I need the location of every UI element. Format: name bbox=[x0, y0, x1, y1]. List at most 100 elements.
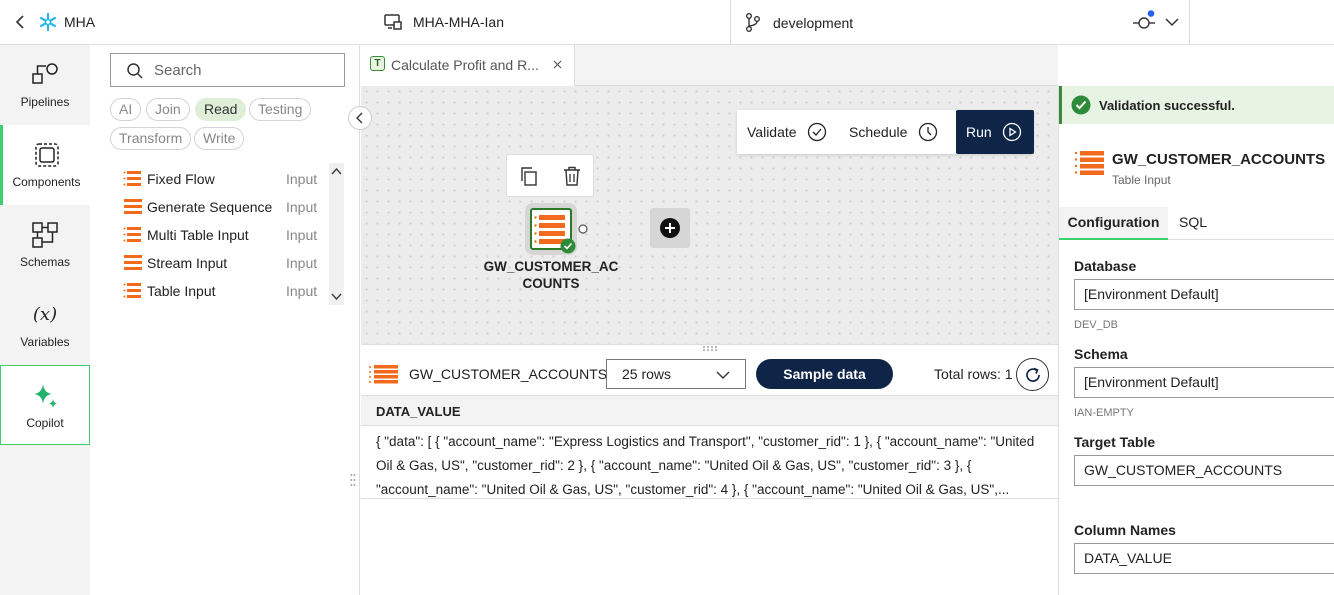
trash-icon[interactable] bbox=[563, 166, 581, 186]
sample-panel: GW_CUSTOMER_ACCOUNTS 25 rows Sample data… bbox=[361, 344, 1058, 595]
filter-chip-ai[interactable]: AI bbox=[110, 98, 142, 121]
component-title: GW_CUSTOMER_ACCOUNTS bbox=[1112, 151, 1326, 168]
components-icon bbox=[34, 143, 59, 167]
branch-name[interactable]: development bbox=[773, 15, 853, 31]
refresh-button[interactable] bbox=[1016, 358, 1049, 391]
project-name[interactable]: MHA bbox=[64, 14, 95, 30]
sample-component-name: GW_CUSTOMER_ACCOUNTS bbox=[409, 366, 608, 382]
refresh-icon bbox=[1026, 367, 1040, 382]
panel-resize-handle-icon[interactable] bbox=[350, 473, 356, 487]
tab-configuration[interactable]: Configuration bbox=[1059, 207, 1168, 240]
environment-name[interactable]: MHA-MHA-Ian bbox=[413, 14, 504, 30]
component-item[interactable]: Table Input Input bbox=[110, 277, 320, 305]
component-type: Table Input bbox=[1112, 173, 1171, 187]
check-circle-icon[interactable] bbox=[807, 122, 827, 142]
nav-label: Copilot bbox=[26, 416, 64, 430]
column-names-field[interactable]: DATA_VALUE bbox=[1074, 543, 1334, 574]
table-stack-icon bbox=[123, 171, 141, 186]
nav-pipelines[interactable]: Pipelines bbox=[0, 45, 90, 125]
pipeline-tab[interactable]: T Calculate Profit and R... bbox=[361, 45, 575, 86]
component-name: Multi Table Input bbox=[147, 227, 249, 243]
component-type: Input bbox=[286, 199, 318, 215]
component-item[interactable]: Multi Table Input Input bbox=[110, 221, 320, 249]
chevron-left-icon bbox=[356, 112, 363, 124]
filter-chip-join[interactable]: Join bbox=[146, 98, 190, 121]
output-port[interactable] bbox=[578, 224, 588, 234]
commit-icon[interactable] bbox=[1131, 10, 1157, 34]
target-table-label: Target Table bbox=[1074, 434, 1156, 450]
components-panel: Search AI Join Read Testing Transform Wr… bbox=[90, 45, 360, 595]
schema-field[interactable]: [Environment Default] bbox=[1074, 367, 1334, 398]
database-hint: DEV_DB bbox=[1074, 319, 1119, 331]
properties-panel: Validation successful. GW_CUSTOMER_ACCOU… bbox=[1058, 86, 1334, 595]
nav-schemas[interactable]: Schemas bbox=[0, 205, 90, 285]
nav-components[interactable]: Components bbox=[0, 125, 90, 205]
divider bbox=[1189, 0, 1190, 45]
component-item[interactable]: Fixed Flow Input bbox=[110, 165, 320, 193]
tab-label: Calculate Profit and R... bbox=[391, 57, 539, 73]
clock-icon[interactable] bbox=[918, 122, 938, 142]
table-stack-icon bbox=[124, 199, 142, 214]
table-cell: { "data": [ { "account_name": "Express L… bbox=[376, 434, 1035, 497]
pipeline-node[interactable] bbox=[525, 203, 577, 255]
table-stack-icon bbox=[124, 255, 142, 270]
target-table-field[interactable]: GW_CUSTOMER_ACCOUNTS bbox=[1074, 455, 1334, 486]
filter-chip-testing[interactable]: Testing bbox=[249, 98, 312, 121]
filter-chip-transform[interactable]: Transform bbox=[110, 127, 192, 150]
rows-select[interactable]: 25 rows bbox=[606, 359, 746, 389]
left-nav: Pipelines Components Schemas (x) Variabl… bbox=[0, 45, 90, 595]
filter-chip-read[interactable]: Read bbox=[195, 98, 247, 121]
database-field[interactable]: [Environment Default] bbox=[1074, 279, 1334, 310]
copy-icon[interactable] bbox=[520, 167, 538, 186]
validation-banner: Validation successful. bbox=[1059, 86, 1334, 124]
resize-handle-icon[interactable] bbox=[702, 345, 718, 352]
top-bar: MHA MHA-MHA-Ian development bbox=[0, 0, 1334, 45]
chevron-down-icon bbox=[716, 371, 730, 379]
snowflake-icon bbox=[38, 12, 58, 32]
nav-label: Schemas bbox=[19, 255, 71, 269]
table-row: { "data": [ { "account_name": "Express L… bbox=[361, 426, 1058, 499]
table-stack-icon bbox=[123, 227, 141, 242]
schema-label: Schema bbox=[1074, 346, 1128, 362]
close-icon[interactable] bbox=[553, 60, 562, 69]
nav-copilot[interactable]: Copilot bbox=[0, 365, 90, 445]
filter-chip-write[interactable]: Write bbox=[194, 127, 245, 150]
table-header: DATA_VALUE bbox=[361, 395, 1058, 426]
database-label: Database bbox=[1074, 258, 1137, 274]
component-item[interactable]: Generate Sequence Input bbox=[110, 193, 320, 221]
column-header: DATA_VALUE bbox=[376, 404, 461, 419]
component-name: Fixed Flow bbox=[147, 171, 215, 187]
search-input[interactable]: Search bbox=[110, 53, 345, 87]
pipeline-canvas[interactable]: Validate Schedule Run GW_CUSTOMER_ACCOUN… bbox=[361, 86, 1058, 344]
component-type: Input bbox=[286, 283, 318, 299]
component-item[interactable]: Stream Input Input bbox=[110, 249, 320, 277]
success-check-icon bbox=[1071, 95, 1091, 115]
chevron-up-icon bbox=[331, 167, 342, 175]
chevron-left-icon[interactable] bbox=[12, 13, 28, 31]
tab-sql[interactable]: SQL bbox=[1168, 207, 1218, 240]
collapse-panel-button[interactable] bbox=[348, 106, 372, 130]
schema-icon bbox=[32, 222, 58, 248]
schedule-label[interactable]: Schedule bbox=[849, 124, 907, 140]
column-names-label: Column Names bbox=[1074, 522, 1176, 538]
add-component-button[interactable] bbox=[650, 208, 690, 248]
validate-label[interactable]: Validate bbox=[747, 124, 797, 140]
table-stack-icon bbox=[369, 365, 398, 384]
nav-variables[interactable]: (x) Variables bbox=[0, 285, 90, 365]
environment-icon bbox=[383, 13, 403, 31]
sample-data-button[interactable]: Sample data bbox=[756, 359, 893, 389]
list-scrollbar[interactable] bbox=[329, 163, 344, 305]
transformation-badge: T bbox=[370, 56, 385, 71]
table-stack-icon bbox=[1074, 151, 1104, 175]
pipeline-icon bbox=[32, 63, 58, 84]
nav-label: Variables bbox=[20, 335, 70, 349]
chevron-down-icon[interactable] bbox=[1164, 15, 1180, 27]
chevron-down-icon bbox=[331, 293, 342, 301]
success-check-icon bbox=[560, 238, 576, 254]
plus-circle-icon bbox=[660, 218, 680, 238]
nav-label: Components bbox=[12, 175, 81, 189]
sparkle-icon bbox=[34, 384, 57, 408]
run-button[interactable]: Run bbox=[956, 110, 1034, 154]
component-type: Input bbox=[286, 227, 318, 243]
divider bbox=[730, 0, 731, 45]
